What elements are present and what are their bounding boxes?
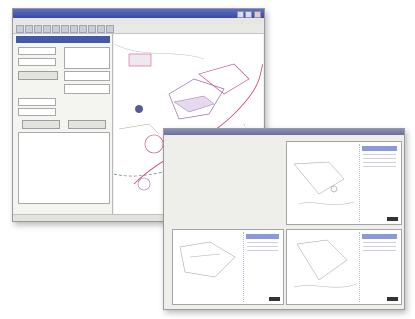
layout-window: [163, 128, 405, 310]
maximize-icon[interactable]: [245, 11, 252, 18]
toolbar-button[interactable]: [70, 25, 78, 33]
panel-header: [16, 36, 110, 43]
pane-label: [387, 217, 398, 221]
toolbar-button[interactable]: [106, 25, 114, 33]
panel-field[interactable]: [18, 108, 56, 116]
pane-drawing: [293, 239, 358, 288]
toolbar-button[interactable]: [34, 25, 42, 33]
toolbar: [13, 24, 264, 34]
layout-pane-bottom-right[interactable]: [286, 229, 402, 305]
toolbar-button[interactable]: [25, 25, 33, 33]
panel-button[interactable]: [68, 120, 106, 129]
layout-pane-bottom-left[interactable]: [172, 229, 284, 305]
panel-field[interactable]: [18, 98, 56, 106]
panel-button[interactable]: [18, 71, 58, 80]
toolbar-button[interactable]: [88, 25, 96, 33]
toolbar-button[interactable]: [43, 25, 51, 33]
property-panel: [14, 34, 113, 214]
pane-label: [269, 297, 280, 301]
pane-legend: [359, 232, 399, 302]
title-bar[interactable]: [13, 9, 264, 18]
panel-field[interactable]: [18, 47, 56, 55]
pane-legend: [242, 232, 281, 302]
panel-field[interactable]: [64, 71, 110, 81]
toolbar-button[interactable]: [61, 25, 69, 33]
pane-legend: [359, 144, 399, 222]
panel-button[interactable]: [22, 120, 60, 129]
toolbar-button[interactable]: [97, 25, 105, 33]
toolbar-button[interactable]: [79, 25, 87, 33]
toolbar-button[interactable]: [16, 25, 24, 33]
title-bar[interactable]: [164, 129, 404, 135]
pane-label: [387, 297, 398, 301]
pane-drawing: [293, 161, 355, 205]
panel-field[interactable]: [64, 47, 110, 69]
close-icon[interactable]: [254, 11, 261, 18]
panel-list[interactable]: [18, 132, 110, 204]
toolbar-button[interactable]: [52, 25, 60, 33]
minimize-icon[interactable]: [237, 11, 244, 18]
panel-field[interactable]: [64, 84, 110, 94]
panel-field[interactable]: [18, 58, 56, 66]
layout-pane-top[interactable]: [286, 141, 402, 225]
pane-drawing: [179, 241, 236, 278]
